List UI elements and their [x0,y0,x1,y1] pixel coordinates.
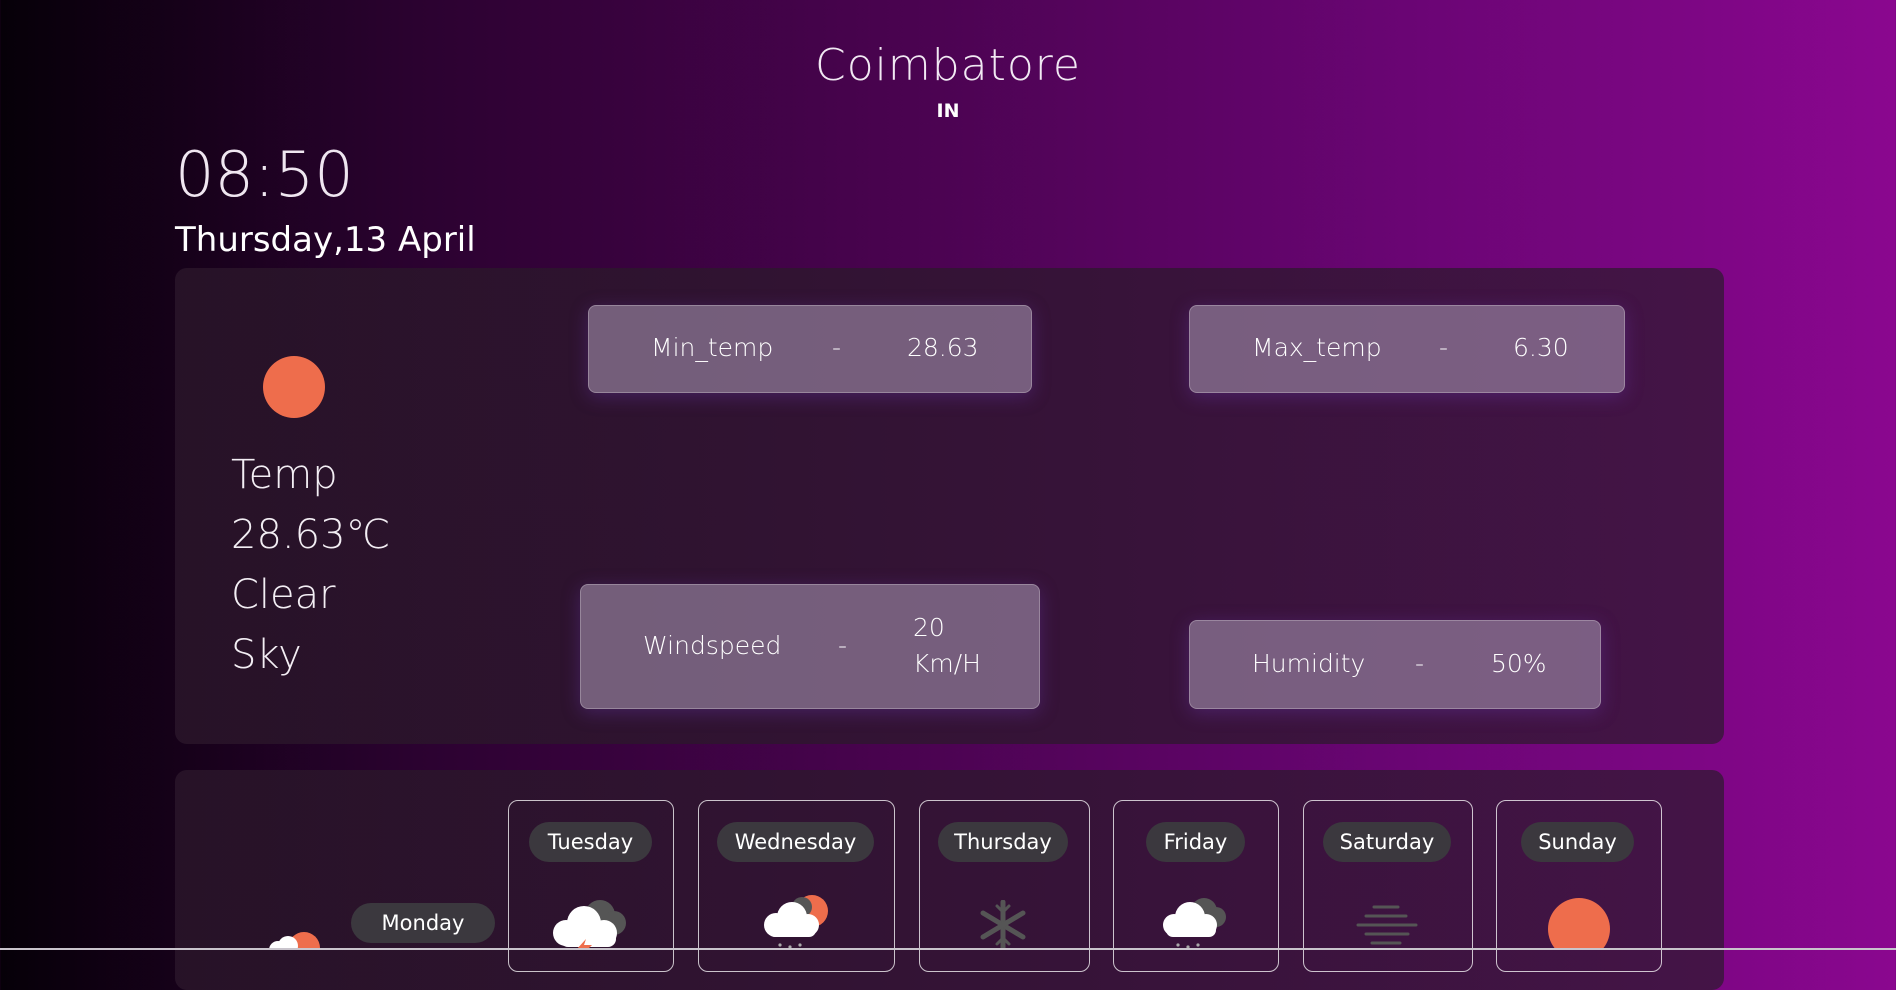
fog-icon [1356,905,1418,945]
snowflake-icon [980,900,1026,950]
windspeed-value: 20 [913,613,945,642]
max-temp-card: Max_temp - 6.30 [1189,305,1625,393]
max-temp-separator: - [1439,333,1449,362]
forecast-day-sunday: Sunday [1521,822,1634,862]
min-temp-separator: - [832,333,842,362]
humidity-card: Humidity - 50% [1189,620,1601,709]
sun-icon [1548,898,1610,950]
humidity-label: Humidity [1252,649,1366,678]
sun-cloud-rain-icon [764,895,828,949]
forecast-day-friday: Friday [1146,822,1245,862]
max-temp-label: Max_temp [1252,333,1382,362]
humidity-value: 50% [1491,649,1547,678]
humidity-separator: - [1415,649,1425,678]
current-temperature: 28.63℃ [231,512,391,558]
sun-behind-cloud-icon [269,932,320,950]
forecast-day-thursday: Thursday [938,822,1068,862]
condition-text: Clear [231,572,336,618]
condition-text-2: Sky [231,632,302,678]
forecast-day-tuesday: Tuesday [529,822,652,862]
min-temp-card: Min_temp - 28.63 [588,305,1032,393]
max-temp-value: 6.30 [1513,333,1569,362]
min-temp-value: 28.63 [907,333,979,362]
windspeed-separator: - [838,631,848,660]
windspeed-label: Windspeed [643,631,782,660]
forecast-day-saturday: Saturday [1323,822,1451,862]
windspeed-card: Windspeed - 20 Km/H [580,584,1040,709]
city-name: Coimbatore [815,40,1081,91]
current-time: 08:50 [175,138,354,211]
current-date: Thursday,13 April [175,220,476,260]
sun-icon [263,356,325,418]
country-code: IN [936,100,960,122]
min-temp-label: Min_temp [651,333,774,362]
forecast-day-wednesday: Wednesday [717,822,874,862]
forecast-day-monday: Monday [351,903,495,943]
thunderstorm-cloud-icon [553,900,626,950]
cloud-rain-icon [1163,898,1226,949]
temp-label: Temp [231,452,338,498]
windspeed-unit: Km/H [913,649,981,678]
